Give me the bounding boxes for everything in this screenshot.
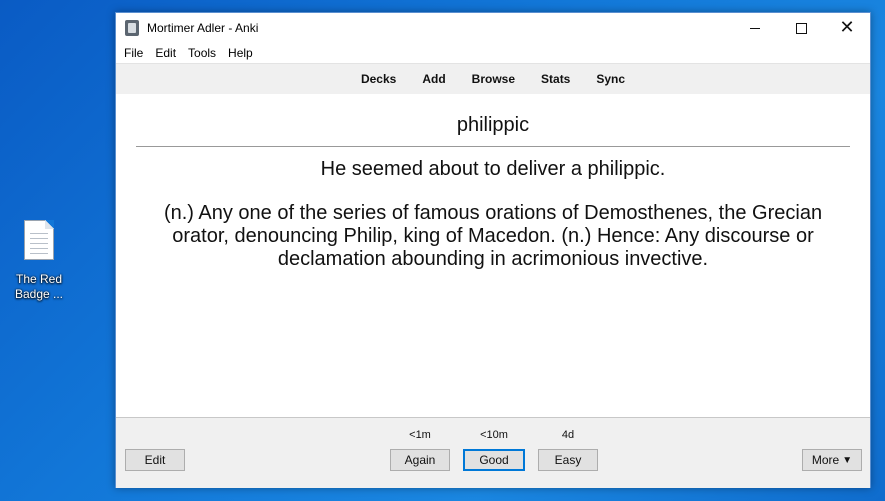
card-view: philippic He seemed about to deliver a p… bbox=[116, 94, 870, 417]
desktop-file-label-line2: Badge ... bbox=[14, 287, 64, 301]
more-button-label: More bbox=[811, 453, 840, 467]
dropdown-arrow-icon: ▼ bbox=[842, 454, 853, 466]
menu-tools[interactable]: Tools bbox=[183, 46, 221, 60]
desktop-file-icon[interactable]: The Red Badge ... bbox=[8, 220, 70, 302]
anki-window: Mortimer Adler - Anki ✕ File Edit Tools … bbox=[115, 12, 871, 488]
document-icon bbox=[24, 220, 54, 260]
title-bar[interactable]: Mortimer Adler - Anki ✕ bbox=[116, 13, 870, 43]
maximize-button[interactable] bbox=[778, 13, 824, 43]
card-front: philippic bbox=[456, 114, 530, 136]
toolbar-decks[interactable]: Decks bbox=[348, 72, 409, 86]
toolbar-stats[interactable]: Stats bbox=[528, 72, 583, 86]
answer-divider bbox=[136, 146, 850, 147]
good-button[interactable]: Good bbox=[463, 449, 525, 471]
good-button-label: Good bbox=[479, 453, 509, 467]
menu-file[interactable]: File bbox=[119, 46, 148, 60]
anki-app-icon bbox=[125, 20, 139, 36]
again-button[interactable]: Again bbox=[390, 449, 450, 471]
menu-bar: File Edit Tools Help bbox=[116, 43, 870, 63]
menu-edit[interactable]: Edit bbox=[150, 46, 181, 60]
easy-button[interactable]: Easy bbox=[538, 449, 598, 471]
card-example: He seemed about to deliver a philippic. bbox=[320, 158, 666, 180]
good-interval: <10m bbox=[480, 429, 508, 441]
minimize-button[interactable] bbox=[732, 13, 778, 43]
minimize-icon bbox=[750, 27, 760, 29]
toolbar-add[interactable]: Add bbox=[409, 72, 458, 86]
card-definition: (n.) Any one of the series of famous ora… bbox=[163, 202, 823, 270]
edit-button-label: Edit bbox=[144, 453, 166, 467]
menu-help[interactable]: Help bbox=[223, 46, 258, 60]
toolbar-browse[interactable]: Browse bbox=[459, 72, 528, 86]
desktop-file-label: The Red Badge ... bbox=[8, 272, 70, 302]
edit-button[interactable]: Edit bbox=[125, 449, 185, 471]
again-interval: <1m bbox=[409, 429, 431, 441]
main-toolbar: Decks Add Browse Stats Sync bbox=[116, 63, 870, 95]
close-button[interactable]: ✕ bbox=[824, 13, 870, 43]
more-button[interactable]: More ▼ bbox=[802, 449, 862, 471]
easy-button-label: Easy bbox=[554, 453, 582, 467]
toolbar-sync[interactable]: Sync bbox=[583, 72, 638, 86]
maximize-icon bbox=[795, 22, 807, 34]
again-button-label: Again bbox=[404, 453, 436, 467]
easy-interval: 4d bbox=[561, 429, 575, 441]
close-icon: ✕ bbox=[839, 17, 855, 38]
window-title: Mortimer Adler - Anki bbox=[147, 21, 259, 35]
window-controls: ✕ bbox=[732, 13, 870, 43]
review-bottom-bar: Edit <1m Again <10m Good 4d Easy More ▼ bbox=[116, 417, 870, 488]
desktop-file-label-line1: The Red bbox=[15, 272, 63, 286]
